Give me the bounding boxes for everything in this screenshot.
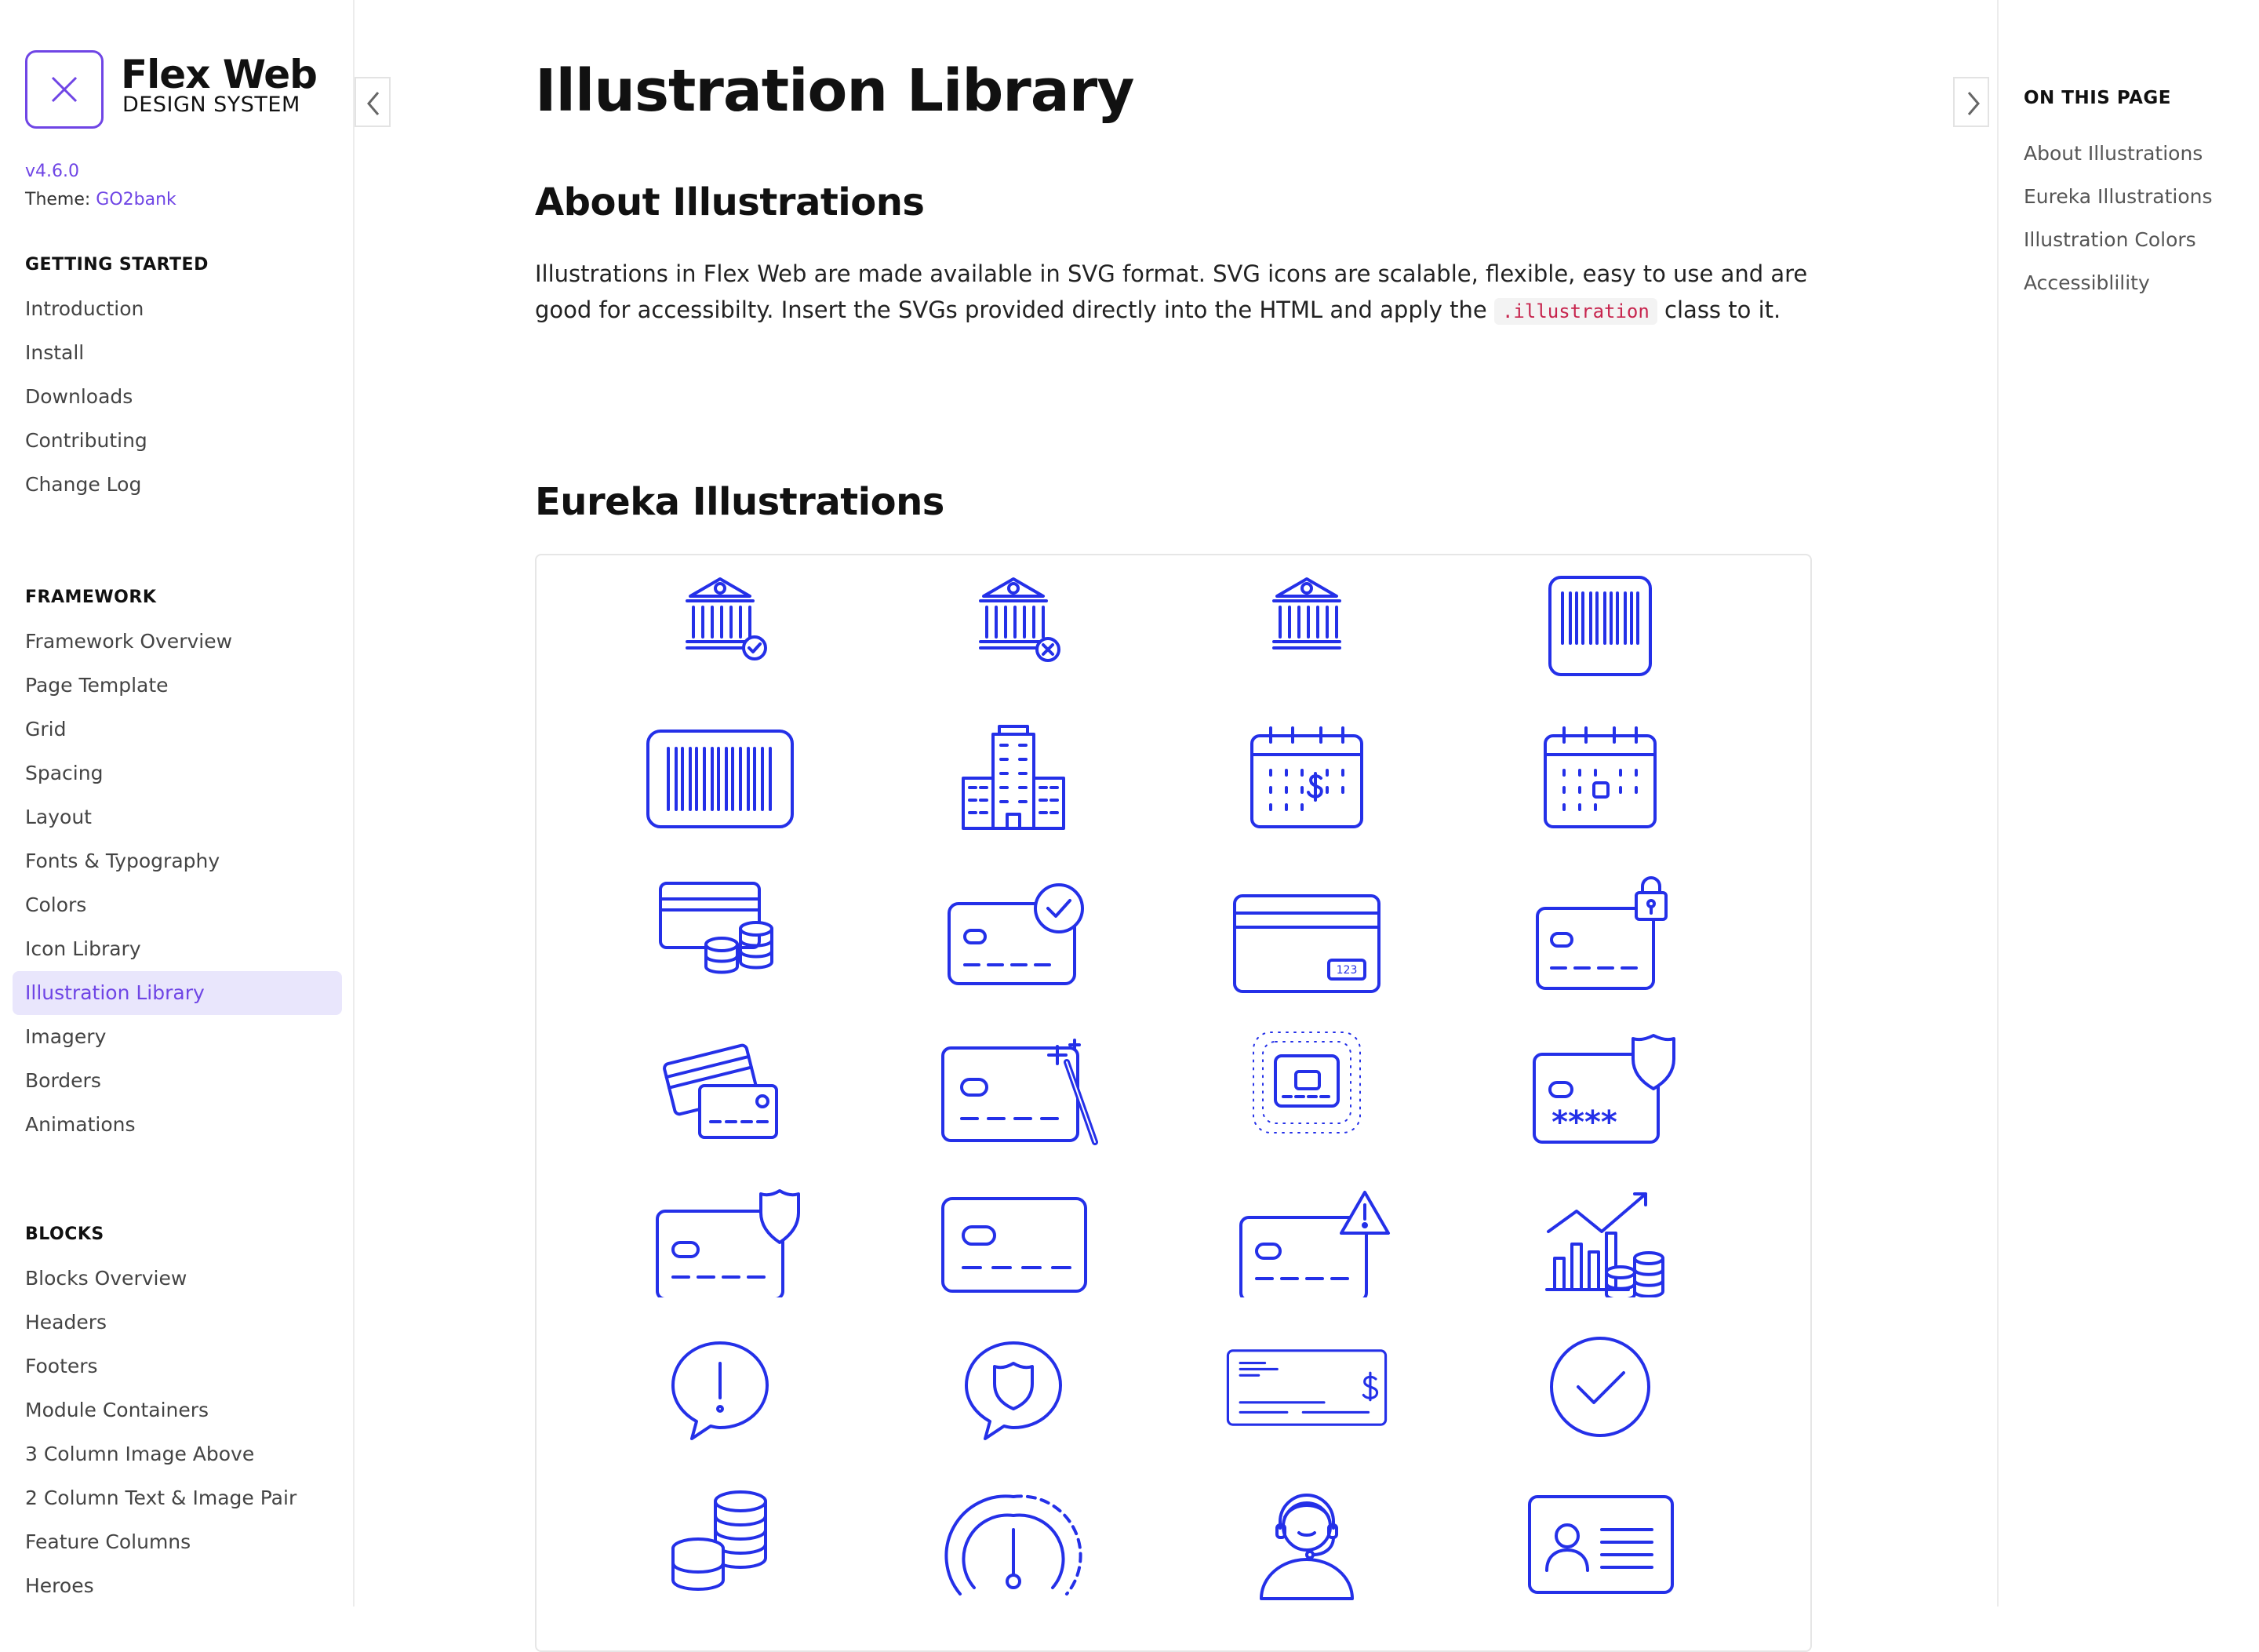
coin-stacks-icon (634, 1461, 806, 1602)
sidebar-item-borders[interactable]: Borders (13, 1059, 342, 1103)
nav-list: Framework Overview Page Template Grid Sp… (0, 620, 355, 1147)
sidebar-item-module-containers[interactable]: Module Containers (13, 1388, 342, 1432)
nav-heading: FRAMEWORK (25, 588, 157, 607)
sidebar-item-headers[interactable]: Headers (13, 1301, 342, 1345)
barcode-wide-icon (634, 700, 806, 841)
sidebar-item-3-column-image-above[interactable]: 3 Column Image Above (13, 1432, 342, 1476)
toc-item-accessibility[interactable]: Accessiblility (2024, 264, 2213, 307)
sidebar-item-blocks-overview[interactable]: Blocks Overview (13, 1257, 342, 1301)
calendar-day-icon (1514, 700, 1686, 841)
about-text-end: class to it. (1657, 297, 1781, 323)
svg-text:****: **** (1551, 1104, 1617, 1141)
version-label: v4.6.0 (25, 162, 79, 181)
illustration-grid: 123 **** (535, 554, 1812, 1652)
card-contactless-dots-icon (1220, 1004, 1393, 1145)
sidebar-item-colors[interactable]: Colors (13, 883, 342, 927)
calendar-dollar-icon (1220, 700, 1393, 841)
nav-list: Introduction Install Downloads Contribut… (0, 287, 355, 507)
nav-section-getting-started: GETTING STARTED Introduction Install Dow… (0, 249, 355, 507)
nav-section-framework: FRAMEWORK Framework Overview Page Templa… (0, 582, 355, 1147)
sidebar-item-layout[interactable]: Layout (13, 795, 342, 839)
speedometer-gauge-icon (927, 1461, 1100, 1602)
eureka-heading: Eureka Illustrations (535, 480, 944, 524)
sidebar-item-introduction[interactable]: Introduction (13, 287, 342, 331)
sidebar-item-heroes[interactable]: Heroes (13, 1564, 342, 1608)
theme-line: Theme: GO2bank (25, 190, 176, 209)
sidebar-item-framework-overview[interactable]: Framework Overview (13, 620, 342, 664)
sidebar-item-imagery[interactable]: Imagery (13, 1015, 342, 1059)
card-magic-wand-icon (927, 1004, 1100, 1145)
sidebar-item-install[interactable]: Install (13, 331, 342, 375)
card-cvv-123-icon: 123 (1220, 852, 1393, 993)
sidebar-item-animations[interactable]: Animations (13, 1103, 342, 1147)
theme-link[interactable]: GO2bank (96, 190, 176, 209)
svg-text:123: 123 (1337, 964, 1358, 977)
sidebar-item-grid[interactable]: Grid (13, 708, 342, 751)
cards-coins-icon (634, 852, 806, 993)
toc-item-about-illustrations[interactable]: About Illustrations (2024, 135, 2213, 178)
brand-subtitle: DESIGN SYSTEM (122, 93, 300, 117)
about-heading: About Illustrations (535, 180, 925, 224)
main-content: Illustration Library About Illustrations… (356, 0, 1997, 1652)
brand-title: Flex Web (121, 52, 318, 97)
card-warning-icon (1220, 1156, 1393, 1297)
card-icon (927, 1156, 1100, 1297)
sidebar-item-change-log[interactable]: Change Log (13, 463, 342, 507)
page-title: Illustration Library (535, 57, 1134, 125)
chart-growth-coins-icon (1514, 1156, 1686, 1297)
sidebar-item-illustration-library[interactable]: Illustration Library (13, 971, 342, 1015)
check-cheque-icon (1220, 1308, 1393, 1450)
on-this-page-panel: ON THIS PAGE About Illustrations Eureka … (1997, 0, 2259, 1607)
speech-bubble-alert-icon (634, 1308, 806, 1450)
card-shield-icon (634, 1156, 806, 1297)
sidebar-item-icon-library[interactable]: Icon Library (13, 927, 342, 971)
toc-list: About Illustrations Eureka Illustrations… (2024, 135, 2213, 307)
bank-icon (1220, 548, 1393, 689)
x-logo-icon (51, 76, 78, 103)
toc-item-eureka-illustrations[interactable]: Eureka Illustrations (2024, 178, 2213, 221)
id-card-icon (1514, 1461, 1686, 1602)
sidebar-item-downloads[interactable]: Downloads (13, 375, 342, 419)
two-cards-icon (634, 1004, 806, 1145)
nav-list: Blocks Overview Headers Footers Module C… (0, 1257, 355, 1608)
toc-item-illustration-colors[interactable]: Illustration Colors (2024, 221, 2213, 264)
sidebar-item-2-column-text-image-pair[interactable]: 2 Column Text & Image Pair (13, 1476, 342, 1520)
toc-heading: ON THIS PAGE (2024, 88, 2172, 108)
nav-section-blocks: BLOCKS Blocks Overview Headers Footers M… (0, 1219, 355, 1608)
card-lock-icon (1514, 852, 1686, 993)
nav-heading: GETTING STARTED (25, 255, 209, 275)
sidebar-item-footers[interactable]: Footers (13, 1345, 342, 1388)
speech-bubble-shield-icon (927, 1308, 1100, 1450)
sidebar-item-feature-columns[interactable]: Feature Columns (13, 1520, 342, 1564)
office-buildings-icon (927, 700, 1100, 841)
sidebar-item-fonts-typography[interactable]: Fonts & Typography (13, 839, 342, 883)
checkmark-circle-icon (1514, 1308, 1686, 1450)
sidebar-item-contributing[interactable]: Contributing (13, 419, 342, 463)
bank-cancel-icon (927, 548, 1100, 689)
theme-label: Theme: (25, 190, 91, 209)
flex-web-logo[interactable] (25, 50, 104, 129)
sidebar: Flex Web DESIGN SYSTEM v4.6.0 Theme: GO2… (0, 0, 355, 1607)
card-check-icon (927, 852, 1100, 993)
card-pin-shield-icon: **** (1514, 1004, 1686, 1145)
sidebar-item-spacing[interactable]: Spacing (13, 751, 342, 795)
about-paragraph: Illustrations in Flex Web are made avail… (535, 256, 1821, 329)
barcode-square-icon (1514, 548, 1686, 689)
sidebar-item-page-template[interactable]: Page Template (13, 664, 342, 708)
nav-heading: BLOCKS (25, 1224, 104, 1244)
bank-check-icon (634, 548, 806, 689)
support-agent-headset-icon (1220, 1461, 1393, 1602)
code-illustration-class: .illustration (1493, 298, 1657, 325)
